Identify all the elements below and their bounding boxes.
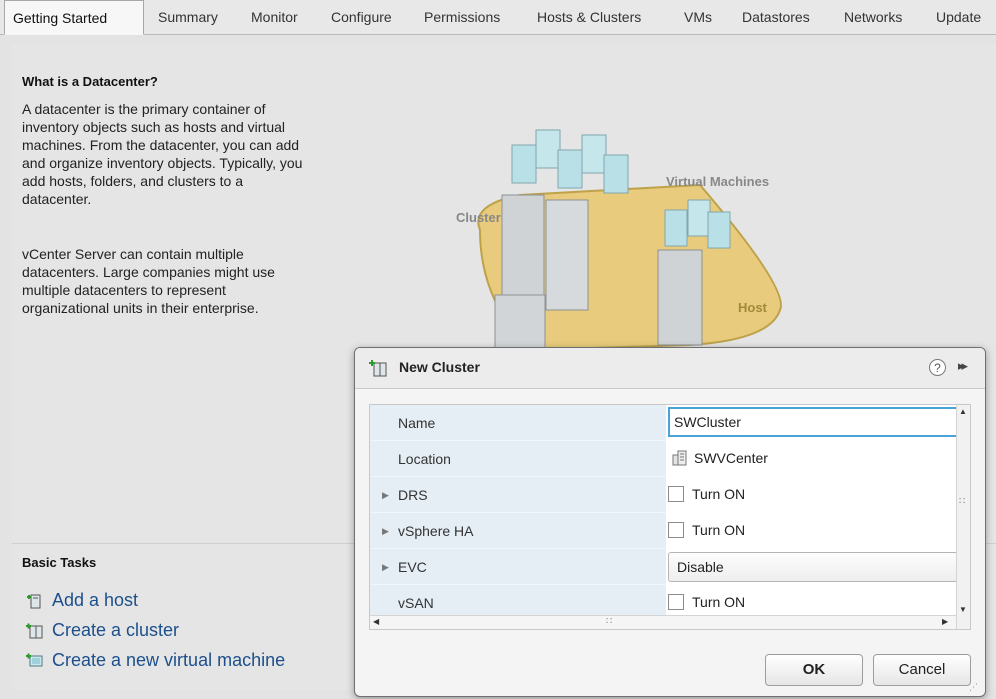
create-cluster-label[interactable]: Create a cluster (52, 620, 179, 641)
add-host-link[interactable]: Add a host (26, 590, 138, 611)
datacenter-icon (672, 450, 687, 466)
desc-line: inventory objects such as hosts and virt… (22, 119, 286, 135)
cluster-icon (369, 360, 387, 377)
tab-configure[interactable]: Configure (323, 0, 400, 34)
tab-hosts-clusters[interactable]: Hosts & Clusters (529, 0, 649, 34)
tab-vms[interactable]: VMs (676, 0, 720, 34)
location-value-cell: SWVCenter (668, 441, 966, 477)
row-name: Name (370, 405, 970, 441)
cluster-name-input[interactable] (668, 407, 970, 437)
scroll-up-icon[interactable]: ▲ (959, 407, 967, 416)
vsphere-ha-value-cell: Turn ON (668, 513, 966, 549)
server-shape (545, 199, 589, 311)
drs-value-cell: Turn ON (668, 477, 966, 513)
scroll-right-icon[interactable]: ▶ (942, 617, 948, 626)
row-location: Location SWVCenter (370, 441, 970, 477)
scroll-down-icon[interactable]: ▼ (959, 605, 967, 614)
description-paragraph-2: vCenter Server can contain multiple data… (22, 245, 372, 317)
tab-networks[interactable]: Networks (836, 0, 910, 34)
dialog-title: New Cluster (399, 359, 480, 375)
horizontal-scrollbar[interactable]: ◀ ∷ ▶ (370, 615, 956, 629)
row-vsphere-ha: ▶ vSphere HA Turn ON (370, 513, 970, 549)
evc-label[interactable]: ▶ EVC (370, 549, 666, 585)
cluster-label: Cluster (456, 210, 501, 225)
resize-grip-icon[interactable]: ⋰ (969, 682, 978, 693)
cancel-button[interactable]: Cancel (873, 654, 971, 686)
host-label: Host (738, 300, 767, 315)
desc-line: multiple datacenters to represent (22, 282, 226, 298)
new-cluster-dialog: New Cluster ? ▸▸ Name Location SWVCen (354, 347, 986, 697)
name-value-cell (668, 405, 970, 441)
desc-line: datacenters. Large companies might use (22, 264, 275, 280)
create-vm-label[interactable]: Create a new virtual machine (52, 650, 285, 671)
evc-label-text: EVC (398, 559, 427, 575)
expand-arrow-icon[interactable]: ▶ (382, 477, 389, 513)
drs-checkbox-label[interactable]: Turn ON (692, 486, 745, 502)
vm-shape (664, 209, 688, 247)
drs-label[interactable]: ▶ DRS (370, 477, 666, 513)
vertical-scrollbar[interactable]: ▲ ▼ (956, 405, 970, 629)
desc-line: machines. From the datacenter, you can a… (22, 137, 300, 153)
add-host-icon (27, 594, 41, 608)
vsan-checkbox[interactable] (668, 594, 684, 610)
basic-tasks-title: Basic Tasks (22, 555, 97, 570)
help-icon[interactable]: ? (929, 359, 946, 376)
server-shape (657, 249, 703, 346)
row-drs: ▶ DRS Turn ON (370, 477, 970, 513)
tab-summary[interactable]: Summary (150, 0, 226, 34)
scroll-left-icon[interactable]: ◀ (373, 617, 379, 626)
vsphere-ha-checkbox[interactable] (668, 522, 684, 538)
server-shape (501, 194, 545, 306)
row-evc: ▶ EVC Disable (370, 549, 970, 585)
description-paragraph-1: A datacenter is the primary container of… (22, 100, 372, 208)
vm-shape (687, 199, 711, 237)
vm-shape (535, 129, 561, 169)
vm-shape (557, 149, 583, 189)
splitter-grip-icon[interactable]: ∷ (959, 496, 965, 507)
location-label: Location (370, 441, 666, 477)
create-cluster-link[interactable]: Create a cluster (26, 620, 179, 641)
create-vm-link[interactable]: Create a new virtual machine (26, 650, 285, 671)
ok-button[interactable]: OK (765, 654, 863, 686)
vsphere-ha-label-text: vSphere HA (398, 523, 474, 539)
cluster-properties-grid: Name Location SWVCenter ▶ (369, 404, 971, 630)
vm-label: Virtual Machines (666, 174, 770, 189)
desc-line: datacenter. (22, 191, 92, 207)
desc-line: vCenter Server can contain multiple (22, 246, 244, 262)
create-vm-icon (26, 653, 43, 666)
tab-update[interactable]: Update (928, 0, 989, 34)
expand-icon[interactable]: ▸▸ (958, 358, 968, 374)
evc-value-cell: Disable (668, 549, 970, 585)
tab-permissions[interactable]: Permissions (416, 0, 508, 34)
expand-arrow-icon[interactable]: ▶ (382, 513, 389, 549)
drs-label-text: DRS (398, 487, 428, 503)
dialog-header: New Cluster ? ▸▸ (355, 348, 985, 389)
vsphere-ha-checkbox-label[interactable]: Turn ON (692, 522, 745, 538)
vm-shape (707, 211, 731, 249)
datacenter-illustration: Cluster Virtual Machines Host (440, 100, 820, 352)
tab-getting-started[interactable]: Getting Started (4, 0, 144, 35)
vsphere-ha-label[interactable]: ▶ vSphere HA (370, 513, 666, 549)
name-label: Name (370, 405, 666, 441)
create-cluster-icon (26, 623, 43, 638)
desc-line: add hosts, folders, and clusters to a (22, 173, 244, 189)
tab-monitor[interactable]: Monitor (243, 0, 306, 34)
server-shape (494, 294, 546, 351)
add-host-label[interactable]: Add a host (52, 590, 138, 611)
desc-line: and organize inventory objects. Typicall… (22, 155, 303, 171)
vm-shape (603, 154, 629, 194)
desc-line: organizational units in their enterprise… (22, 300, 259, 316)
vsan-checkbox-label[interactable]: Turn ON (692, 594, 745, 610)
vm-shape (581, 134, 607, 174)
evc-select[interactable]: Disable (668, 552, 970, 582)
section-title: What is a Datacenter? (22, 74, 158, 89)
desc-line: A datacenter is the primary container of (22, 101, 266, 117)
tab-bar: Getting Started Summary Monitor Configur… (0, 0, 996, 35)
vm-shape (511, 144, 537, 184)
expand-arrow-icon[interactable]: ▶ (382, 549, 389, 585)
drs-checkbox[interactable] (668, 486, 684, 502)
location-value: SWVCenter (694, 450, 768, 466)
tab-datastores[interactable]: Datastores (734, 0, 818, 34)
scroll-grip-icon[interactable]: ∷ (606, 616, 612, 627)
